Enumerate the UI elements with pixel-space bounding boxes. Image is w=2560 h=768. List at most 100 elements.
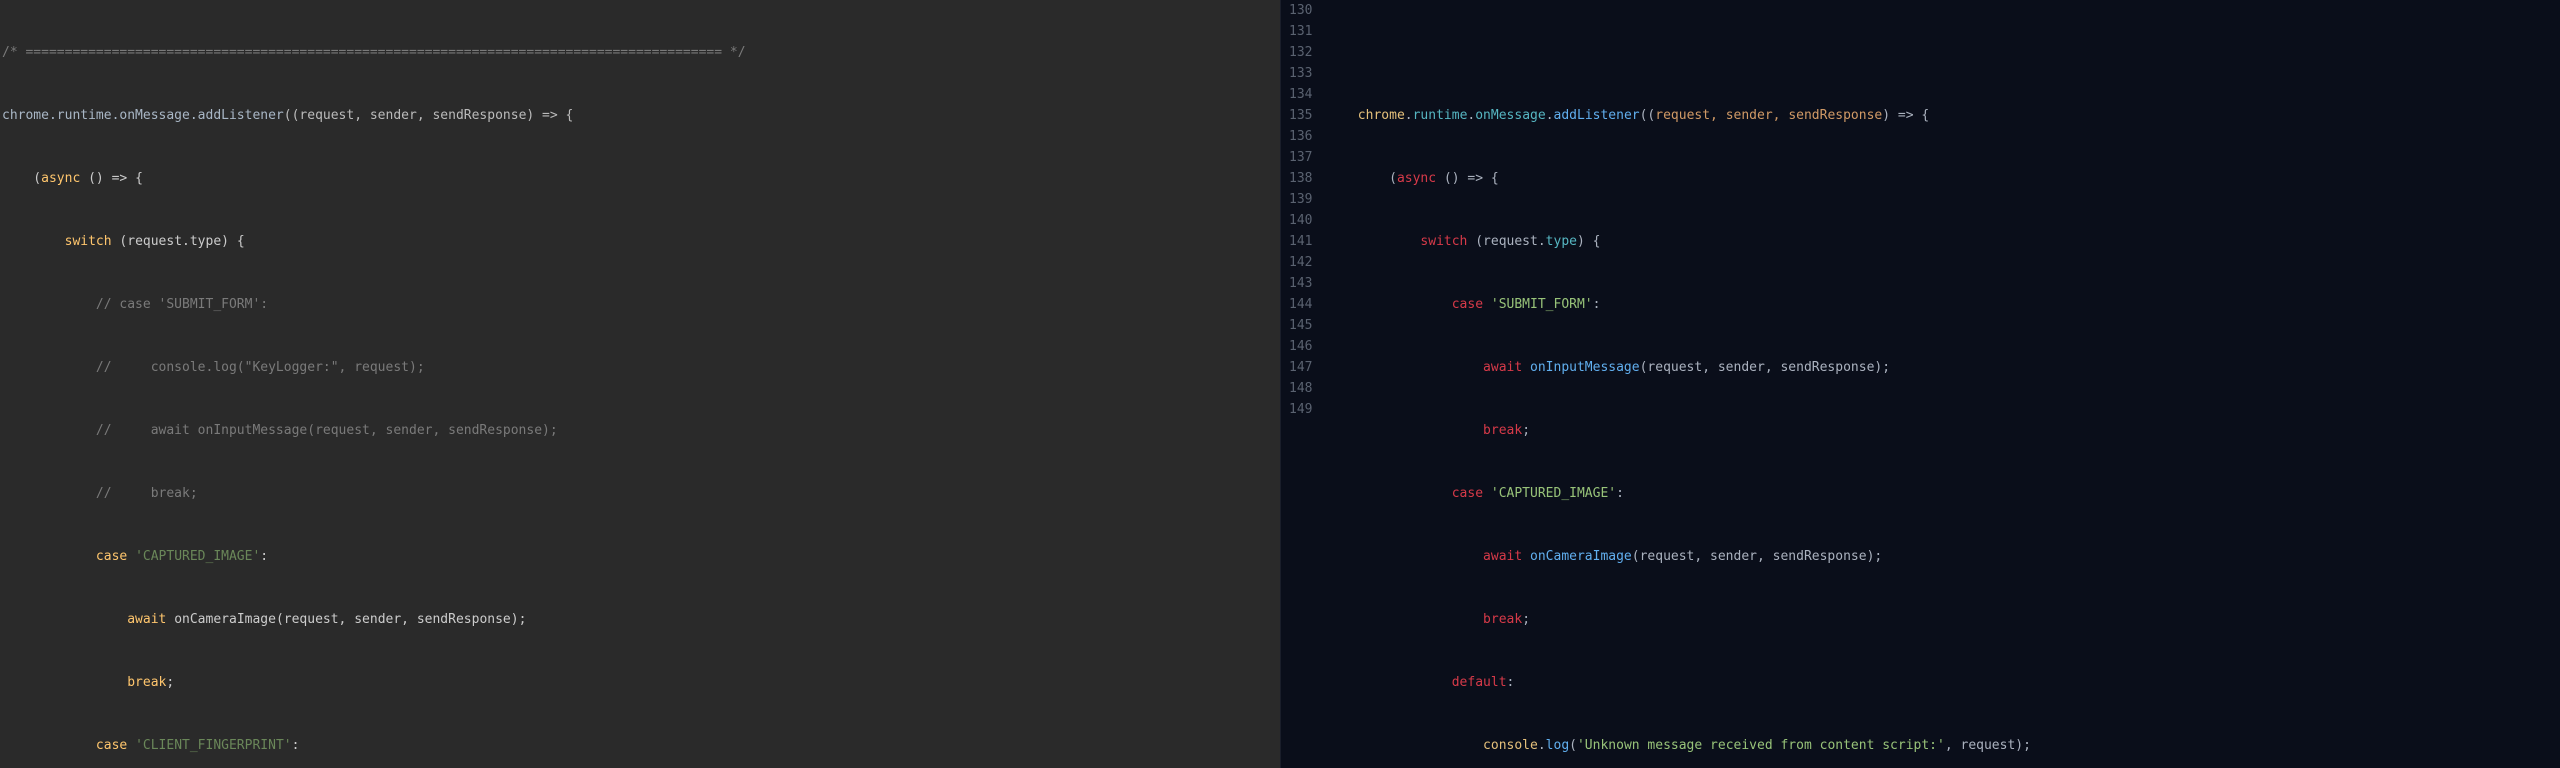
line-number: 130 (1281, 0, 1313, 21)
code-token (2, 234, 65, 249)
code-token: chrome.runtime.onMessage.addListener (2, 108, 284, 123)
code-token (1327, 297, 1452, 312)
code-string: 'Unknown message received from content s… (1577, 738, 1945, 753)
code-token: ( (1327, 171, 1397, 186)
code-method: onCameraImage (1530, 549, 1632, 564)
code-area-left[interactable]: /* =====================================… (0, 0, 1280, 768)
code-token (1327, 549, 1484, 564)
code-token (2, 612, 127, 627)
code-keyword: switch (65, 234, 112, 249)
code-prop: onMessage (1475, 108, 1545, 123)
line-number: 135 (1281, 105, 1313, 126)
code-comment: // await onInputMessage(request, sender,… (2, 423, 558, 438)
code-string: 'CAPTURED_IMAGE' (135, 549, 260, 564)
code-token: : (1507, 675, 1515, 690)
code-token (1327, 612, 1484, 627)
code-token (2, 675, 127, 690)
code-token (1483, 297, 1491, 312)
line-number: 144 (1281, 294, 1313, 315)
line-number: 139 (1281, 189, 1313, 210)
code-string: 'SUBMIT_FORM' (1491, 297, 1593, 312)
code-keyword: case (1452, 297, 1483, 312)
code-object: console (1483, 738, 1538, 753)
line-number: 149 (1281, 399, 1313, 420)
code-token: (( (1640, 108, 1656, 123)
code-token: ( (1569, 738, 1577, 753)
code-prop: type (1546, 234, 1577, 249)
code-token (1327, 234, 1421, 249)
code-keyword: await (1483, 549, 1522, 564)
line-number: 146 (1281, 336, 1313, 357)
line-number: 133 (1281, 63, 1313, 84)
line-number: 145 (1281, 315, 1313, 336)
code-panel-right[interactable]: 130 131 132 133 134 135 136 137 138 139 … (1281, 0, 2560, 768)
code-keyword: break (127, 675, 166, 690)
code-token (127, 738, 135, 753)
code-keyword: break (1483, 612, 1522, 627)
code-token (1327, 738, 1484, 753)
code-token: (request. (1467, 234, 1545, 249)
code-method: addListener (1554, 108, 1640, 123)
code-keyword: async (1397, 171, 1436, 186)
line-number-gutter: 130 131 132 133 134 135 136 137 138 139 … (1281, 0, 1325, 768)
code-token (127, 549, 135, 564)
code-token (1327, 486, 1452, 501)
code-keyword: case (96, 549, 127, 564)
code-token: : (292, 738, 300, 753)
code-comment: // console.log("KeyLogger:", request); (2, 360, 425, 375)
code-comment: /* =====================================… (2, 45, 746, 60)
line-number: 143 (1281, 273, 1313, 294)
code-token: (request, sender, sendResponse); (1632, 549, 1882, 564)
code-token: ) => { (1882, 108, 1929, 123)
code-keyword: await (1483, 360, 1522, 375)
code-token: () => { (80, 171, 143, 186)
line-number: 141 (1281, 231, 1313, 252)
line-number: 142 (1281, 252, 1313, 273)
code-method: log (1546, 738, 1569, 753)
code-area-right[interactable]: chrome.runtime.onMessage.addListener((re… (1325, 0, 2560, 768)
code-token: . (1538, 738, 1546, 753)
code-token: : (1593, 297, 1601, 312)
code-token: ((request, sender, sendResponse) => { (284, 108, 574, 123)
code-token: (request, sender, sendResponse); (1640, 360, 1890, 375)
code-token: ( (2, 171, 41, 186)
code-token: : (260, 549, 268, 564)
code-prop: runtime (1413, 108, 1468, 123)
code-comment: // break; (2, 486, 198, 501)
code-token: ; (166, 675, 174, 690)
code-token: (request.type) { (112, 234, 245, 249)
code-token: () => { (1436, 171, 1499, 186)
code-token: ; (1522, 423, 1530, 438)
line-number: 148 (1281, 378, 1313, 399)
code-keyword: async (41, 171, 80, 186)
code-token (1327, 423, 1484, 438)
code-keyword: break (1483, 423, 1522, 438)
code-token: . (1405, 108, 1413, 123)
code-token: . (1546, 108, 1554, 123)
line-number: 137 (1281, 147, 1313, 168)
code-object: chrome (1327, 108, 1405, 123)
code-panel-left[interactable]: /* =====================================… (0, 0, 1280, 768)
code-token (1522, 360, 1530, 375)
line-number: 132 (1281, 42, 1313, 63)
line-number: 134 (1281, 84, 1313, 105)
code-token (1483, 486, 1491, 501)
code-param: request, sender, sendResponse (1655, 108, 1882, 123)
code-method: onInputMessage (1530, 360, 1640, 375)
code-keyword: case (96, 738, 127, 753)
code-token: ; (1522, 612, 1530, 627)
line-number: 147 (1281, 357, 1313, 378)
code-token: ) { (1577, 234, 1600, 249)
code-token (1327, 675, 1452, 690)
code-keyword: await (127, 612, 166, 627)
code-token (1522, 549, 1530, 564)
code-token: : (1616, 486, 1624, 501)
code-token (2, 738, 96, 753)
line-number: 136 (1281, 126, 1313, 147)
code-keyword: switch (1420, 234, 1467, 249)
code-token: , request); (1945, 738, 2031, 753)
code-keyword: case (1452, 486, 1483, 501)
line-number: 131 (1281, 21, 1313, 42)
code-keyword: default (1452, 675, 1507, 690)
code-token (2, 549, 96, 564)
